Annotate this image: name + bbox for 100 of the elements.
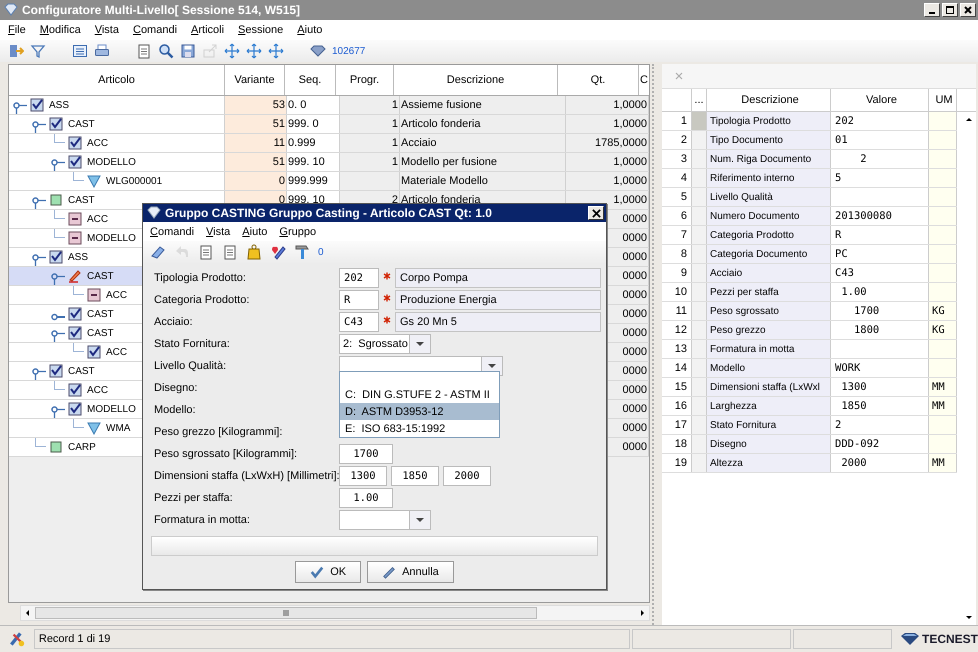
weight-icon[interactable] xyxy=(246,244,262,260)
code-field[interactable]: C43 xyxy=(339,312,379,332)
right-arrow-icon[interactable] xyxy=(638,609,646,617)
tree-connector xyxy=(70,419,84,428)
number-field[interactable]: 1700 xyxy=(339,444,393,464)
dropdown-field[interactable]: 2: Sgrossato xyxy=(339,334,431,354)
menu-item[interactable]: Vista xyxy=(94,24,119,36)
pencil-heart-icon[interactable] xyxy=(270,244,286,260)
collapsed-pin-icon[interactable] xyxy=(51,311,65,323)
table-cell: Altezza xyxy=(707,454,831,472)
list-icon[interactable] xyxy=(72,43,88,59)
expanded-pin-icon[interactable] xyxy=(51,273,65,285)
column-header[interactable]: Qt. xyxy=(558,65,639,95)
menu-item[interactable]: File xyxy=(8,24,26,36)
menu-item[interactable]: Gruppo xyxy=(279,226,316,238)
eraser-icon[interactable] xyxy=(150,244,166,260)
close-button[interactable] xyxy=(588,206,604,220)
tree-row[interactable]: ACC 11 0.999 1 Acciaio 1785,0000 xyxy=(9,134,649,153)
number-field[interactable]: 1.00 xyxy=(339,488,393,508)
menu-item[interactable]: Vista xyxy=(206,226,230,238)
filter-icon[interactable] xyxy=(30,43,46,59)
menu-item[interactable]: Sessione xyxy=(238,24,284,36)
table-cell: 0000 xyxy=(622,308,647,320)
expanded-pin-icon[interactable] xyxy=(32,121,46,133)
hammer-icon[interactable] xyxy=(294,244,310,260)
expanded-pin-icon[interactable] xyxy=(51,406,65,418)
table-cell: 53 xyxy=(272,99,285,111)
dropdown-option[interactable]: C: DIN G.STUFE 2 - ASTM II xyxy=(340,386,499,403)
move-arrows-icon[interactable] xyxy=(246,43,262,59)
horizontal-scrollbar[interactable] xyxy=(20,605,650,621)
table-cell: Tipologia Prodotto xyxy=(707,112,831,130)
scroll-thumb[interactable] xyxy=(35,607,537,619)
column-header[interactable]: C xyxy=(639,65,649,95)
close-button[interactable] xyxy=(960,3,976,17)
tree-row[interactable]: MODELLO 51 999. 10 1 Modello per fusione 1,0000 xyxy=(9,153,649,172)
save-icon[interactable] xyxy=(180,43,196,59)
expanded-pin-icon[interactable] xyxy=(51,159,65,171)
table-cell: 999.999 xyxy=(288,175,328,187)
clipboard-icon[interactable] xyxy=(136,43,152,59)
tree-row[interactable]: ASS 53 0. 0 1 Assieme fusione 1,0000 xyxy=(9,96,649,115)
dimension-field[interactable]: 2000 xyxy=(443,466,491,486)
column-header[interactable]: ... xyxy=(692,89,707,111)
exit-icon[interactable] xyxy=(8,43,24,59)
code-field[interactable]: 202 xyxy=(339,268,379,288)
column-header[interactable]: Progr. xyxy=(336,65,394,95)
table-cell: 0000 xyxy=(622,270,647,282)
column-header[interactable]: Articolo xyxy=(9,65,225,95)
menu-item[interactable]: Articoli xyxy=(191,24,224,36)
checkbox-icon xyxy=(49,250,63,264)
expanded-pin-icon[interactable] xyxy=(13,102,27,114)
tree-label: CAST xyxy=(68,366,95,376)
menu-item[interactable]: Aiuto xyxy=(297,24,322,36)
menu-item[interactable]: Modifica xyxy=(40,24,81,36)
description-field: Produzione Energia xyxy=(395,290,601,310)
table-cell: Dimensioni staffa (LxWxl xyxy=(707,378,831,396)
ok-button[interactable]: OK xyxy=(295,561,362,583)
down-arrow-icon[interactable] xyxy=(965,613,973,621)
column-header[interactable]: Descrizione xyxy=(394,65,558,95)
diamond-icon[interactable] xyxy=(310,43,326,59)
expanded-pin-icon[interactable] xyxy=(32,197,46,209)
tree-label: CARP xyxy=(68,442,96,452)
table-cell: Larghezza xyxy=(707,397,831,415)
maximize-button[interactable] xyxy=(942,3,958,17)
field-label: Peso grezzo [Kilogrammi]: xyxy=(154,426,284,438)
expanded-pin-icon[interactable] xyxy=(51,330,65,342)
clipboard-icon[interactable] xyxy=(222,244,238,260)
up-arrow-icon[interactable] xyxy=(965,116,973,124)
checkbox-icon xyxy=(49,117,63,131)
dropdown-field[interactable] xyxy=(339,510,431,530)
session-counter: 102677 xyxy=(332,46,366,56)
tree-connector xyxy=(51,381,65,390)
menu-item[interactable]: Aiuto xyxy=(242,226,268,238)
close-icon[interactable] xyxy=(674,71,684,81)
printer-icon[interactable] xyxy=(94,43,110,59)
column-header[interactable]: Seq. xyxy=(285,65,336,95)
table-cell: Materiale Modello xyxy=(401,175,488,187)
expanded-pin-icon[interactable] xyxy=(32,368,46,380)
square-icon xyxy=(49,440,63,454)
expanded-pin-icon[interactable] xyxy=(32,254,46,266)
search-icon[interactable] xyxy=(158,43,174,59)
column-header[interactable]: Variante xyxy=(225,65,285,95)
dimension-field[interactable]: 1300 xyxy=(339,466,387,486)
table-cell: 0000 xyxy=(622,289,647,301)
cancel-button[interactable]: Annulla xyxy=(367,561,454,583)
tree-row[interactable]: WLG000001 0 999.999 Materiale Modello 1,0000 xyxy=(9,172,649,191)
tree-row[interactable]: CAST 51 999. 0 1 Articolo fonderia 1,0000 xyxy=(9,115,649,134)
table-cell: 0000 xyxy=(622,422,647,434)
menu-item[interactable]: Comandi xyxy=(132,24,178,36)
menu-item[interactable]: Comandi xyxy=(150,226,194,238)
table-cell: 0 xyxy=(278,194,285,206)
move-arrows-icon[interactable] xyxy=(268,43,284,59)
dimension-field[interactable]: 1850 xyxy=(391,466,439,486)
move-arrows-icon[interactable] xyxy=(224,43,240,59)
clipboard-icon[interactable] xyxy=(198,244,214,260)
minimize-button[interactable] xyxy=(924,3,940,17)
code-field[interactable]: R xyxy=(339,290,379,310)
table-cell: KG xyxy=(929,302,957,320)
left-arrow-icon[interactable] xyxy=(24,609,32,617)
dropdown-option[interactable]: E: ISO 683-15:1992 xyxy=(340,420,499,437)
dropdown-option[interactable]: D: ASTM D3953-12 xyxy=(340,403,499,420)
